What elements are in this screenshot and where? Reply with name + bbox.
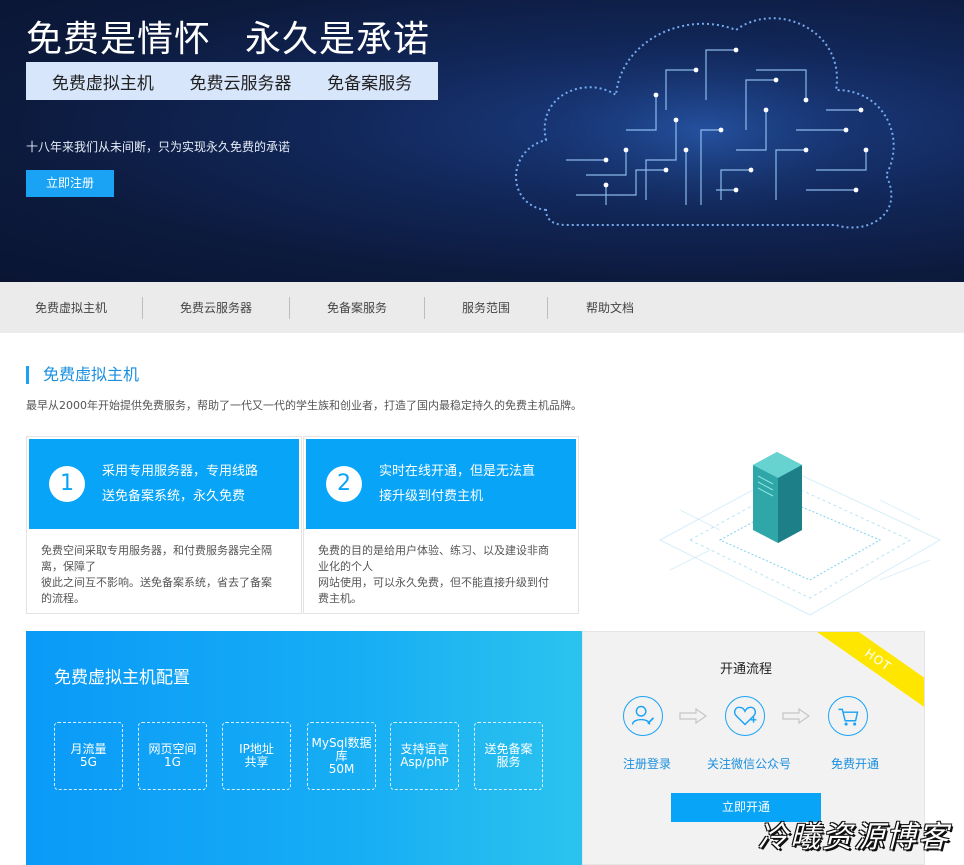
flow-step-free-activate: 免费开通 [831, 757, 880, 771]
feature-body-line: 离，保障了 [41, 560, 96, 573]
hero-pill-virtual-host: 免费虚拟主机 [51, 73, 154, 94]
hero-title-right: 永久是承诺 [245, 19, 431, 60]
section-title: 免费虚拟主机 [26, 366, 139, 384]
config-item-label: MySql数据 [311, 735, 372, 750]
feature-body-line: 免费空间采取专用服务器，和付费服务器完全隔 [41, 544, 272, 557]
config-item-value: 共享 [244, 755, 269, 769]
feature-card-header: 2 实时在线开通，但是无法直 接升级到付费主机 [306, 439, 576, 529]
feature-card-heading: 实时在线开通，但是无法直 接升级到付费主机 [379, 459, 535, 509]
config-item-mysql: MySql数据 库 50M [307, 722, 376, 790]
secondary-nav: 免费虚拟主机 免费云服务器 免备案服务 服务范围 帮助文档 [0, 282, 964, 333]
watermark-text: 冷曦资源博客 [758, 820, 950, 855]
feature-card-heading: 采用专用服务器，专用线路 送免备案系统，永久免费 [102, 459, 258, 509]
flow-title: 开通流程 [719, 662, 772, 677]
feature-card-body: 免费空间采取专用服务器，和付费服务器完全隔 离，保障了 彼此之间互不影响。送免备… [27, 531, 301, 607]
heart-plus-icon [725, 696, 765, 736]
feature-card-1: 1 采用专用服务器，专用线路 送免备案系统，永久免费 免费空间采取专用服务器，和… [26, 436, 302, 614]
config-item-value: 5G [80, 755, 97, 769]
hero-banner: 免费是情怀 永久是承诺 免费虚拟主机 免费云服务器 免备案服务 十八年来我们从未间… [0, 0, 964, 282]
nav-item-help-docs[interactable]: 帮助文档 [548, 299, 672, 316]
nav-item-no-record[interactable]: 免备案服务 [290, 299, 424, 316]
circuit-cloud-illustration [515, 17, 895, 229]
hero-pill-no-record: 免备案服务 [327, 73, 413, 94]
config-item-value: 服务 [496, 755, 521, 769]
register-button[interactable]: 立即注册 [26, 170, 114, 197]
config-title: 免费虚拟主机配置 [54, 668, 190, 688]
nav-item-virtual-host[interactable]: 免费虚拟主机 [0, 299, 142, 316]
shopping-cart-icon [828, 696, 868, 736]
feature-body-line: 的流程。 [41, 592, 85, 605]
feature-body-line: 彼此之间互不影响。送免备案系统，省去了备案 [41, 576, 272, 589]
section-description: 最早从2000年开始提供免费服务，帮助了一代又一代的学生族和创业者，打造了国内最… [26, 399, 582, 412]
hero-feature-bar: 免费虚拟主机 免费云服务器 免备案服务 [26, 62, 438, 100]
config-panel: 免费虚拟主机配置 月流量 5G 网页空间 1G IP地址 共享 MySql数据 … [26, 631, 582, 865]
config-item-language: 支持语言 Asp/phP [390, 722, 459, 790]
feature-body-line: 业化的个人 [318, 560, 373, 573]
user-edit-icon [623, 696, 663, 736]
server-illustration [658, 452, 942, 616]
config-item-web-space: 网页空间 1G [138, 722, 207, 790]
config-item-value: Asp/phP [400, 755, 449, 769]
flow-step-follow-wechat: 关注微信公众号 [707, 757, 792, 771]
hero-title-left: 免费是情怀 [26, 19, 212, 60]
hero-subtitle: 十八年来我们从未间断，只为实现永久免费的承诺 [26, 140, 291, 154]
hero-pill-cloud-server: 免费云服务器 [189, 73, 292, 94]
feature-heading-line: 接升级到付费主机 [379, 489, 484, 504]
config-item-value: 50M [328, 761, 355, 776]
nav-item-cloud-server[interactable]: 免费云服务器 [143, 299, 289, 316]
flow-step-register: 注册登录 [623, 757, 672, 771]
feature-body-line: 费主机。 [318, 592, 362, 605]
feature-card-2: 2 实时在线开通，但是无法直 接升级到付费主机 免费的目的是给用户体验、练习、以… [303, 436, 579, 614]
config-item-ip: IP地址 共享 [222, 722, 291, 790]
feature-card-header: 1 采用专用服务器，专用线路 送免备案系统，永久免费 [29, 439, 299, 529]
nav-item-service-scope[interactable]: 服务范围 [425, 299, 547, 316]
config-item-value: 1G [164, 755, 181, 769]
arrow-right-icon [679, 708, 707, 724]
arrow-right-icon [782, 708, 810, 724]
feature-card-body: 免费的目的是给用户体验、练习、以及建设非商 业化的个人 网站使用，可以永久免费，… [304, 531, 578, 607]
config-item-no-record: 送免备案 服务 [474, 722, 543, 790]
feature-heading-line: 送免备案系统，永久免费 [102, 489, 246, 504]
hero-title: 免费是情怀 永久是承诺 [26, 10, 430, 62]
config-item-traffic: 月流量 5G [54, 722, 123, 790]
feature-heading-line: 采用专用服务器，专用线路 [102, 464, 259, 479]
feature-number-badge: 1 [49, 466, 85, 502]
feature-body-line: 免费的目的是给用户体验、练习、以及建设非商 [318, 544, 549, 557]
config-item-label: 库 [335, 748, 348, 763]
feature-number-badge: 2 [326, 466, 362, 502]
feature-body-line: 网站使用，可以永久免费，但不能直接升级到付 [318, 576, 549, 589]
feature-heading-line: 实时在线开通，但是无法直 [379, 464, 536, 479]
